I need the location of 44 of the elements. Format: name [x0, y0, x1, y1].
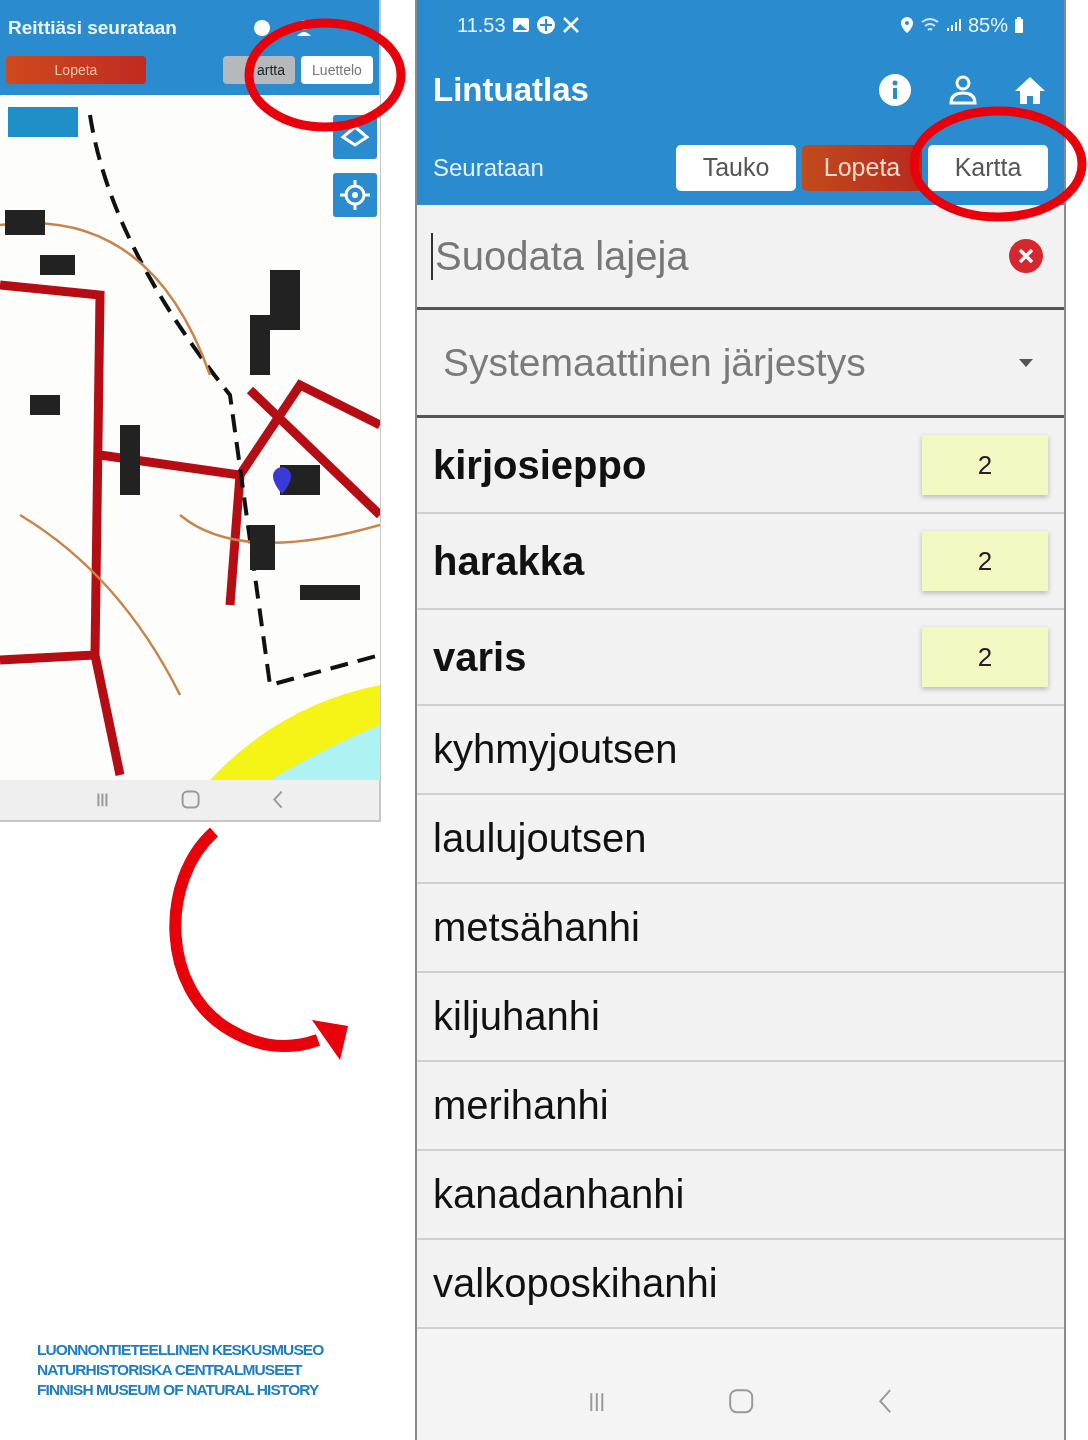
- caret-icon: [1018, 357, 1034, 368]
- x-icon: [561, 16, 580, 34]
- home-button-icon[interactable]: [180, 790, 200, 810]
- count-badge: 2: [922, 627, 1048, 687]
- battery-icon: [1014, 16, 1024, 34]
- wifi-icon: [919, 17, 940, 33]
- home-icon[interactable]: [1014, 75, 1046, 105]
- toggle-button[interactable]: Tauko: [676, 144, 796, 191]
- clear-icon[interactable]: [1008, 238, 1044, 274]
- location-icon: [899, 16, 914, 34]
- screen-title: Reittiäsi seurataan: [7, 17, 177, 39]
- species-row[interactable]: kirjosieppo 2: [417, 418, 1064, 514]
- signal-icon: [945, 17, 962, 33]
- species-row[interactable]: merihanhi: [417, 1062, 1064, 1151]
- person-icon[interactable]: [948, 74, 978, 106]
- back-icon[interactable]: [271, 790, 283, 810]
- app-title: Lintuatlas: [433, 71, 589, 109]
- species-row[interactable]: harakka 2: [417, 514, 1064, 610]
- species-row[interactable]: metsähanhi: [417, 884, 1064, 973]
- battery-percent: 85%: [967, 13, 1008, 37]
- app-icon: [535, 15, 556, 35]
- species-row[interactable]: kanadanhanhi: [417, 1151, 1064, 1240]
- toggle-button[interactable]: Kartta: [928, 144, 1048, 191]
- status-time: 11.53: [457, 13, 506, 37]
- search-field[interactable]: Suodata lajeja: [431, 232, 1008, 280]
- stop-button[interactable]: Lopeta: [802, 144, 922, 191]
- count-badge: 2: [922, 435, 1048, 495]
- status-label: Seurataan: [433, 153, 544, 182]
- species-row[interactable]: kiljuhanhi: [417, 973, 1064, 1062]
- logo-text: FINNISH MUSEUM OF NATURAL HISTORY: [37, 1380, 320, 1400]
- locate-icon[interactable]: [333, 173, 377, 217]
- person-icon: [295, 19, 313, 37]
- logo-text: NATURHISTORISKA CENTRALMUSEET: [37, 1360, 304, 1380]
- back-icon[interactable]: [877, 1387, 893, 1414]
- recent-apps-icon[interactable]: [95, 791, 109, 809]
- image-icon: [511, 16, 530, 34]
- species-row[interactable]: laulujoutsen: [417, 795, 1064, 884]
- sort-dropdown[interactable]: Systemaattinen järjestys: [417, 310, 1064, 418]
- species-row[interactable]: kyhmyjoutsen: [417, 706, 1064, 795]
- species-row[interactable]: varis 2: [417, 610, 1064, 706]
- home-button-icon[interactable]: [728, 1387, 755, 1414]
- logo-text: LUONNONTIETEELLINEN KESKUSMUSEO: [37, 1340, 325, 1360]
- toggle-button[interactable]: Luettelo: [301, 56, 373, 84]
- count-badge: 2: [922, 531, 1048, 591]
